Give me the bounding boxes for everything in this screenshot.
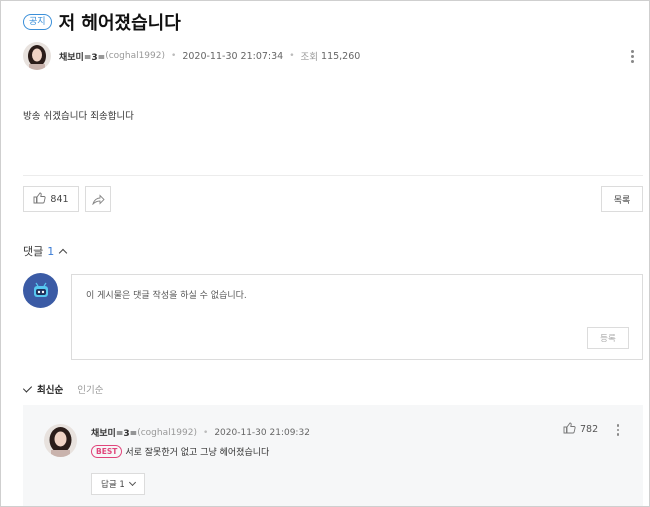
sort-latest[interactable]: 최신순 xyxy=(37,382,63,396)
views-label: 조회 xyxy=(300,52,319,63)
comment-text: 서로 잘못한거 없고 그냥 헤어졌습니다 xyxy=(125,448,270,458)
post-author-row: 채보미=3= (coghal1992) • 2020-11-30 21:07:3… xyxy=(23,42,639,70)
share-icon xyxy=(91,190,105,209)
comment-input-box[interactable]: 이 게시물은 댓글 작성을 하실 수 없습니다. 등록 xyxy=(71,274,643,360)
comment-author-avatar[interactable] xyxy=(44,424,77,457)
post-title: 저 헤어졌습니다 xyxy=(58,13,181,34)
more-vertical-icon[interactable] xyxy=(625,46,639,66)
share-button[interactable] xyxy=(85,186,111,212)
check-icon xyxy=(22,382,33,393)
comment-date: 2020-11-30 21:09:32 xyxy=(214,427,310,438)
more-vertical-icon[interactable] xyxy=(612,422,624,438)
divider xyxy=(23,175,643,176)
separator-dot: • xyxy=(203,427,209,438)
my-avatar xyxy=(23,273,58,308)
separator-dot: • xyxy=(289,51,295,61)
comment-author-id: (coghal1992) xyxy=(137,427,198,438)
chevron-up-icon[interactable] xyxy=(59,248,68,258)
author-name[interactable]: 채보미=3= xyxy=(59,50,105,63)
author-avatar[interactable] xyxy=(23,42,51,70)
comment-item: 채보미=3= (coghal1992) • 2020-11-30 21:09:3… xyxy=(23,405,643,506)
notice-badge: 공지 xyxy=(23,14,52,30)
comment-like-count: 782 xyxy=(580,424,599,435)
thumbs-up-icon xyxy=(33,192,47,207)
comments-header: 댓글 1 xyxy=(23,243,68,259)
separator-dot: • xyxy=(171,51,177,61)
submit-comment-button[interactable]: 등록 xyxy=(587,327,629,349)
thumbs-up-icon xyxy=(563,422,576,437)
chevron-down-icon xyxy=(128,478,136,487)
reply-toggle-button[interactable]: 답글 1 xyxy=(91,473,145,495)
comment-like-button[interactable]: 782 xyxy=(563,422,598,437)
sort-popular[interactable]: 인기순 xyxy=(77,382,103,396)
post-title-row: 공지 저 헤어졌습니다 xyxy=(23,9,181,35)
comment-input-placeholder: 이 게시물은 댓글 작성을 하실 수 없습니다. xyxy=(86,291,247,301)
post-date: 2020-11-30 21:07:34 xyxy=(182,50,284,62)
comment-author-row: 채보미=3= (coghal1992) • 2020-11-30 21:09:3… xyxy=(91,426,310,440)
list-button[interactable]: 목록 xyxy=(601,186,643,212)
comment-author-name[interactable]: 채보미=3= xyxy=(91,426,137,439)
post-body: 방송 쉬겠습니다 죄송합니다 xyxy=(23,111,134,122)
reply-label: 답글 1 xyxy=(101,480,125,490)
views-count: 115,260 xyxy=(321,50,361,62)
comment-text-row: BEST 서로 잘못한거 없고 그냥 헤어졌습니다 xyxy=(91,445,269,458)
comments-label: 댓글 xyxy=(23,245,44,258)
comment-sort: 최신순 인기순 xyxy=(22,382,103,396)
author-id: (coghal1992) xyxy=(105,51,166,61)
like-count: 841 xyxy=(50,193,69,205)
best-badge: BEST xyxy=(91,445,123,458)
like-button[interactable]: 841 xyxy=(23,186,79,212)
comments-count: 1 xyxy=(47,244,55,258)
